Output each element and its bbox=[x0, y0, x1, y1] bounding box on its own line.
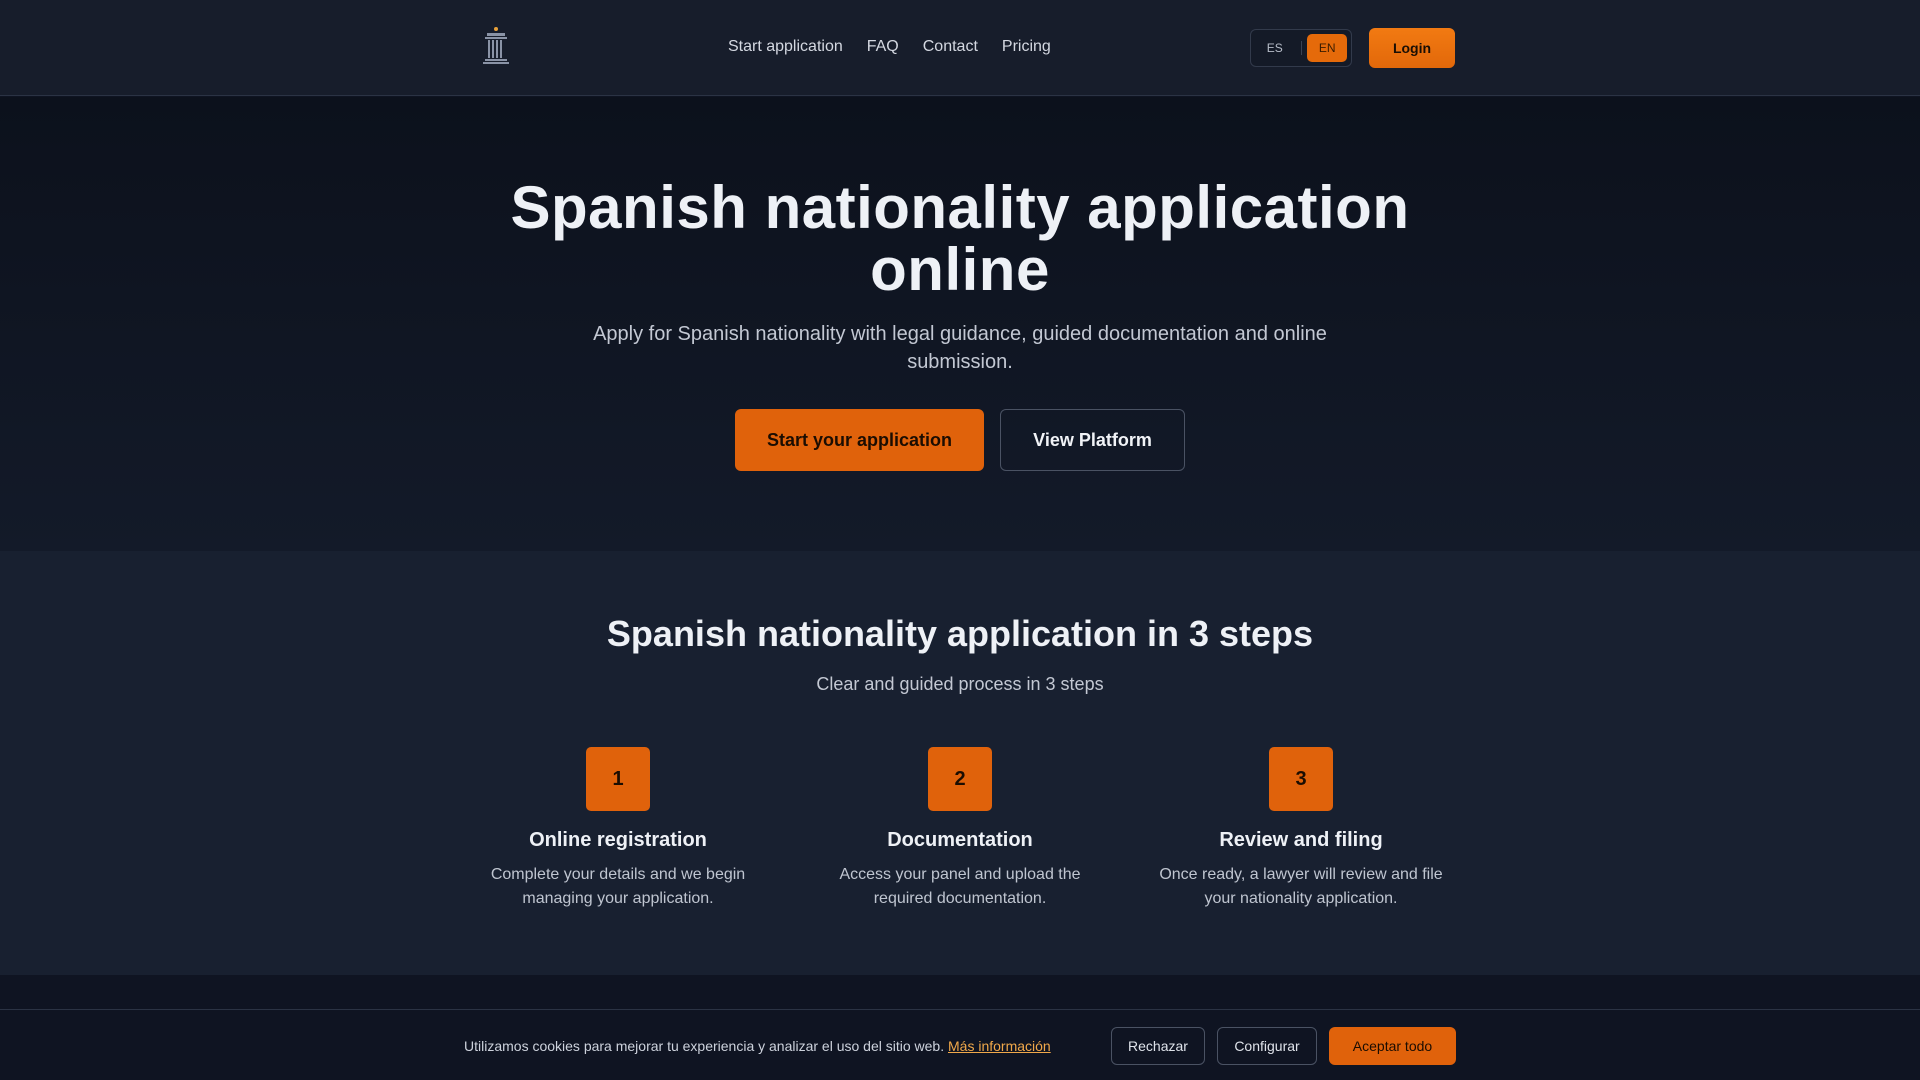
lang-divider bbox=[1300, 41, 1302, 55]
step-title: Documentation bbox=[887, 829, 1033, 851]
cookie-text: Utilizamos cookies para mejorar tu exper… bbox=[464, 1038, 945, 1054]
nav-start-application[interactable]: Start application bbox=[728, 36, 843, 58]
column-pillar-icon[interactable] bbox=[480, 26, 512, 66]
cookie-accept-all-button[interactable]: Aceptar todo bbox=[1329, 1027, 1456, 1065]
cookie-message: Utilizamos cookies para mejorar tu exper… bbox=[464, 1037, 1051, 1055]
view-platform-button[interactable]: View Platform bbox=[1000, 409, 1185, 471]
cookie-consent-bar: Utilizamos cookies para mejorar tu exper… bbox=[0, 1009, 1920, 1080]
site-header: Start application FAQ Contact Pricing ES… bbox=[0, 0, 1920, 96]
step-description: Access your panel and upload the require… bbox=[839, 866, 1081, 907]
nav-contact[interactable]: Contact bbox=[923, 36, 978, 58]
steps-section: Spanish nationality application in 3 ste… bbox=[0, 551, 1920, 975]
step-description: Complete your details and we begin manag… bbox=[490, 866, 746, 907]
steps-title: Spanish nationality application in 3 ste… bbox=[606, 613, 1314, 654]
hero-cta-group: Start your application View Platform bbox=[735, 409, 1185, 471]
nav-faq[interactable]: FAQ bbox=[867, 36, 899, 58]
step-number-badge: 3 bbox=[1269, 747, 1333, 811]
step-number-badge: 1 bbox=[586, 747, 650, 811]
steps-subtitle: Clear and guided process in 3 steps bbox=[816, 674, 1104, 694]
step-card: 3 Review and filing Once ready, a lawyer… bbox=[1141, 747, 1461, 911]
main-nav: Start application FAQ Contact Pricing bbox=[728, 36, 1051, 58]
start-application-button[interactable]: Start your application bbox=[735, 409, 984, 471]
hero-title-line1: Spanish nationality application bbox=[510, 174, 1410, 241]
step-title: Online registration bbox=[529, 829, 707, 851]
login-button[interactable]: Login bbox=[1369, 28, 1455, 68]
hero-title: Spanish nationality application online bbox=[460, 177, 1460, 301]
step-card: 1 Online registration Complete your deta… bbox=[458, 747, 778, 911]
step-number-badge: 2 bbox=[928, 747, 992, 811]
hero-subtitle: Apply for Spanish nationality with legal… bbox=[593, 323, 1327, 373]
cookie-configure-button[interactable]: Configurar bbox=[1217, 1027, 1317, 1065]
step-title: Review and filing bbox=[1219, 829, 1383, 851]
lang-es-button[interactable]: ES bbox=[1255, 34, 1295, 62]
cookie-more-info-link[interactable]: Más información bbox=[948, 1038, 1051, 1054]
step-description: Once ready, a lawyer will review and fil… bbox=[1159, 866, 1443, 907]
lang-en-button[interactable]: EN bbox=[1307, 34, 1347, 62]
step-card: 2 Documentation Access your panel and up… bbox=[800, 747, 1120, 911]
nav-pricing[interactable]: Pricing bbox=[1002, 36, 1051, 58]
language-switcher: ES EN bbox=[1250, 29, 1352, 67]
hero-title-line2: online bbox=[870, 236, 1050, 303]
hero-section: Spanish nationality application online A… bbox=[0, 97, 1920, 551]
cookie-reject-button[interactable]: Rechazar bbox=[1111, 1027, 1205, 1065]
